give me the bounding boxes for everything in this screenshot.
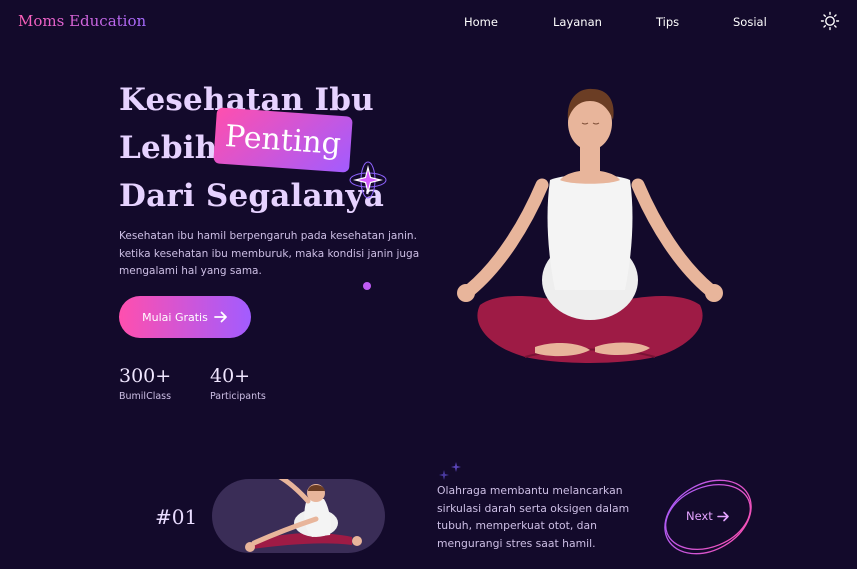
main-nav: Home Layanan Tips Sosial	[0, 15, 857, 31]
stretching-figure	[245, 479, 362, 552]
stat-value: 300+	[119, 365, 172, 387]
stat-label: BumilClass	[119, 391, 172, 402]
nav-tips[interactable]: Tips	[656, 15, 679, 29]
sparkle-icon	[349, 161, 387, 199]
stat-bumil-class: 300+ BumilClass	[119, 365, 171, 402]
stretching-pregnant-woman-image	[212, 479, 385, 553]
decorative-dot	[363, 282, 371, 290]
next-label: Next	[686, 509, 713, 523]
nav-home[interactable]: Home	[464, 15, 498, 29]
nav-layanan[interactable]: Layanan	[553, 15, 602, 29]
arrow-right-icon	[716, 511, 729, 521]
meditating-pregnant-woman-image	[457, 88, 723, 363]
theme-toggle-button[interactable]	[820, 11, 840, 31]
decorative-stars-icon	[439, 462, 461, 480]
hero-description: Kesehatan ibu hamil berpengaruh pada kes…	[119, 230, 420, 277]
stat-participants: 40+ Participants	[210, 365, 266, 402]
highlight-badge: Penting	[213, 107, 353, 173]
tip-number: #01	[155, 505, 198, 529]
arrow-right-icon	[213, 311, 227, 323]
start-free-label: Mulai Gratis	[142, 310, 208, 324]
nav-sosial[interactable]: Sosial	[733, 15, 767, 29]
hero-title-line-3: Dari Segalanya	[119, 178, 385, 214]
start-free-button[interactable]: Mulai Gratis	[119, 296, 251, 338]
stat-label: Participants	[210, 391, 266, 402]
tip-description: Olahraga membantu melancarkan sirkulasi …	[437, 484, 630, 550]
stat-value: 40+	[210, 365, 251, 387]
next-button[interactable]: Next	[686, 509, 730, 523]
sun-icon	[820, 11, 840, 31]
